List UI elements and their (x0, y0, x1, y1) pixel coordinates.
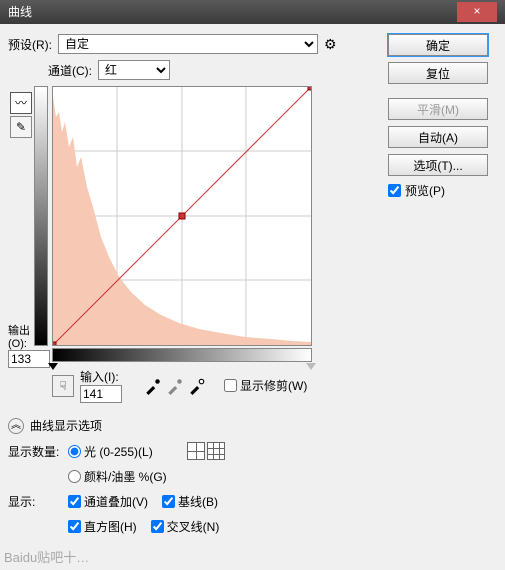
white-point-slider[interactable] (306, 363, 316, 370)
output-field[interactable] (8, 350, 50, 368)
close-button[interactable]: × (457, 2, 497, 22)
auto-button[interactable]: 自动(A) (388, 126, 488, 148)
cancel-button[interactable]: 复位 (388, 62, 488, 84)
output-label: 输出(O): (8, 322, 42, 350)
amount-label: 显示数量: (8, 443, 68, 460)
black-eyedropper-icon[interactable] (144, 377, 162, 395)
display-options-header: 曲线显示选项 (30, 417, 102, 434)
output-gradient (34, 86, 48, 346)
input-gradient (52, 348, 312, 362)
preview-label: 预览(P) (405, 182, 445, 199)
intersection-checkbox[interactable]: 交叉线(N) (151, 518, 220, 535)
grid-9-icon[interactable] (207, 442, 225, 460)
input-label: 输入(I): (80, 370, 119, 384)
curve-point-highlight[interactable] (308, 87, 311, 90)
options-button[interactable]: 选项(T)... (388, 154, 488, 176)
show-label: 显示: (8, 493, 68, 510)
black-point-slider[interactable] (48, 363, 58, 370)
histogram-checkbox[interactable]: 直方图(H) (68, 518, 137, 535)
ok-button[interactable]: 确定 (388, 34, 488, 56)
curve-graph[interactable] (52, 86, 312, 346)
preset-menu-icon[interactable]: ⚙ (324, 36, 337, 53)
preview-checkbox[interactable] (388, 184, 401, 197)
channel-overlay-checkbox[interactable]: 通道叠加(V) (68, 493, 148, 510)
input-field[interactable] (80, 385, 122, 403)
curve-point-mid[interactable] (179, 213, 185, 219)
gray-eyedropper-icon[interactable] (166, 377, 184, 395)
light-radio[interactable]: 光 (0-255)(L) (68, 443, 153, 460)
preset-label: 预设(R): (8, 36, 52, 53)
window-title: 曲线 (8, 0, 32, 24)
smooth-button[interactable]: 平滑(M) (388, 98, 488, 120)
watermark: Baidu贴吧十… (4, 547, 89, 566)
channel-label: 通道(C): (48, 62, 92, 79)
grid-4-icon[interactable] (187, 442, 205, 460)
show-clipping-checkbox[interactable]: 显示修剪(W) (224, 377, 307, 394)
white-eyedropper-icon[interactable] (188, 377, 206, 395)
curve-point-shadow[interactable] (53, 342, 56, 345)
preset-select[interactable]: 自定 (58, 34, 318, 54)
channel-select[interactable]: 红 (98, 60, 170, 80)
baseline-checkbox[interactable]: 基线(B) (162, 493, 218, 510)
pencil-tool-icon[interactable]: ✎ (10, 116, 32, 138)
pigment-radio[interactable]: 颜料/油墨 %(G) (68, 468, 167, 485)
curve-tool-icon[interactable]: 〰 (10, 92, 32, 114)
hand-tool-icon[interactable]: ☟ (52, 375, 74, 397)
display-options-toggle[interactable]: ︽ (8, 418, 24, 434)
